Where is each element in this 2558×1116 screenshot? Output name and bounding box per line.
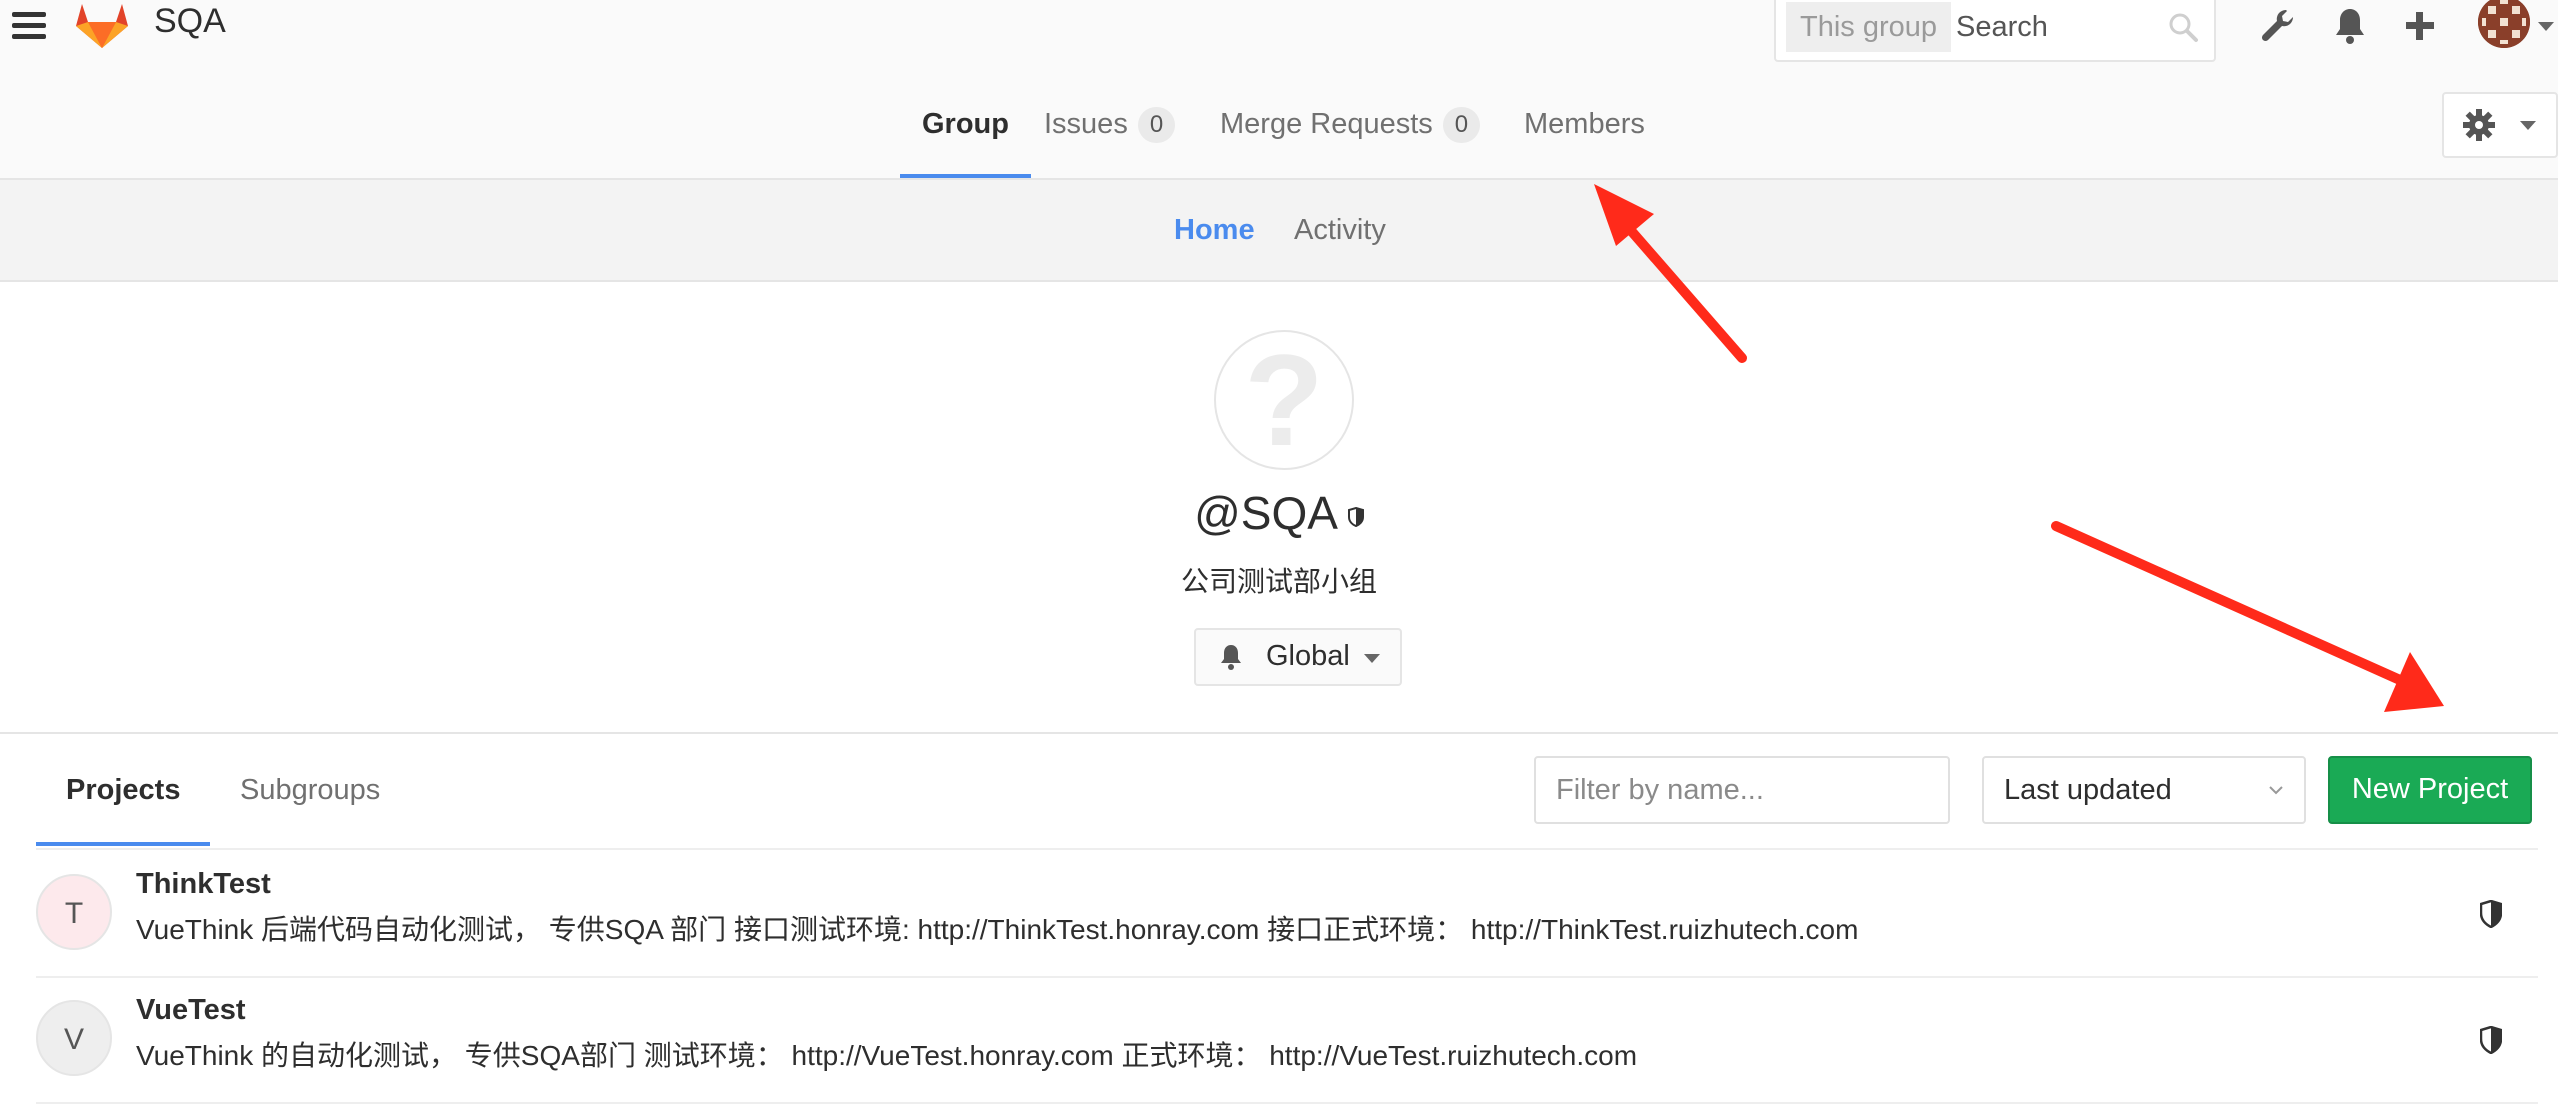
active-tab-indicator [36,842,210,846]
hamburger-menu-icon[interactable] [12,12,46,42]
tab-subgroups[interactable]: Subgroups [240,774,380,807]
notification-level-dropdown[interactable]: Global [1194,628,1402,686]
project-name[interactable]: VueTest [136,994,246,1027]
bell-icon [1221,645,1241,670]
wrench-icon[interactable] [2256,4,2300,48]
search-input[interactable]: Search [1956,2,2048,52]
bell-icon[interactable] [2328,4,2372,48]
project-row[interactable]: V VueTest VueThink 的自动化测试， 专供SQA部门 测试环境：… [36,978,2538,1104]
section-divider [0,732,2558,734]
project-row[interactable]: T ThinkTest VueThink 后端代码自动化测试， 专供SQA 部门… [36,852,2538,978]
project-description: VueThink 的自动化测试， 专供SQA部门 测试环境： http://Vu… [136,1040,1638,1071]
settings-caret-icon [2520,121,2536,130]
subtab-home[interactable]: Home [1174,214,1255,247]
tab-merge-requests[interactable]: Merge Requests 0 [1220,84,1481,176]
visibility-shield-icon [1347,506,1364,527]
tab-group[interactable]: Group [900,84,1031,178]
search-scope-chip[interactable]: This group [1786,2,1952,52]
merge-requests-count-badge: 0 [1442,107,1481,144]
search-icon [2169,13,2198,42]
tab-merge-requests-label: Merge Requests [1220,108,1433,140]
group-name-text: @SQA [1194,487,1338,539]
tabs-border [36,848,2538,850]
project-avatar[interactable]: T [36,874,112,950]
tab-members[interactable]: Members [1524,84,1645,176]
chevron-down-icon [2269,786,2283,795]
tab-issues[interactable]: Issues 0 [1044,84,1176,176]
new-project-button[interactable]: New Project [2328,756,2532,824]
group-description: 公司测试部小组 [1180,566,1377,597]
visibility-shield-icon [2480,1026,2502,1054]
project-description: VueThink 后端代码自动化测试， 专供SQA 部门 接口测试环境: htt… [136,914,1859,945]
search-box[interactable]: This group Search [1774,0,2216,62]
sort-selected-label: Last updated [2004,774,2172,806]
notification-level-label: Global [1266,640,1350,672]
visibility-shield-icon [2480,900,2502,928]
filter-by-name-input[interactable] [1534,756,1950,824]
tab-issues-label: Issues [1044,108,1128,140]
avatar-dropdown-caret-icon[interactable] [2538,22,2554,31]
group-avatar: ? [1214,330,1354,470]
tab-projects[interactable]: Projects [66,774,180,807]
group-nav: Group Issues 0 Merge Requests 0 Members [0,84,2558,178]
tab-members-label: Members [1524,108,1645,140]
chevron-down-icon [1364,654,1380,663]
project-avatar[interactable]: V [36,1000,112,1076]
sort-select[interactable]: Last updated [1982,756,2306,824]
subtab-activity[interactable]: Activity [1294,214,1386,247]
group-name: @SQA [0,486,2558,540]
annotation-arrow-new-project [2051,521,2444,712]
gear-icon [2463,109,2495,141]
project-name[interactable]: ThinkTest [136,868,271,901]
tab-group-label: Group [922,108,1009,140]
sub-nav: Home Activity [0,180,2558,282]
brand-title[interactable]: SQA [154,2,226,41]
gitlab-logo[interactable] [72,0,132,50]
group-settings-button[interactable] [2442,92,2558,158]
plus-icon[interactable] [2398,4,2442,48]
issues-count-badge: 0 [1137,107,1176,144]
